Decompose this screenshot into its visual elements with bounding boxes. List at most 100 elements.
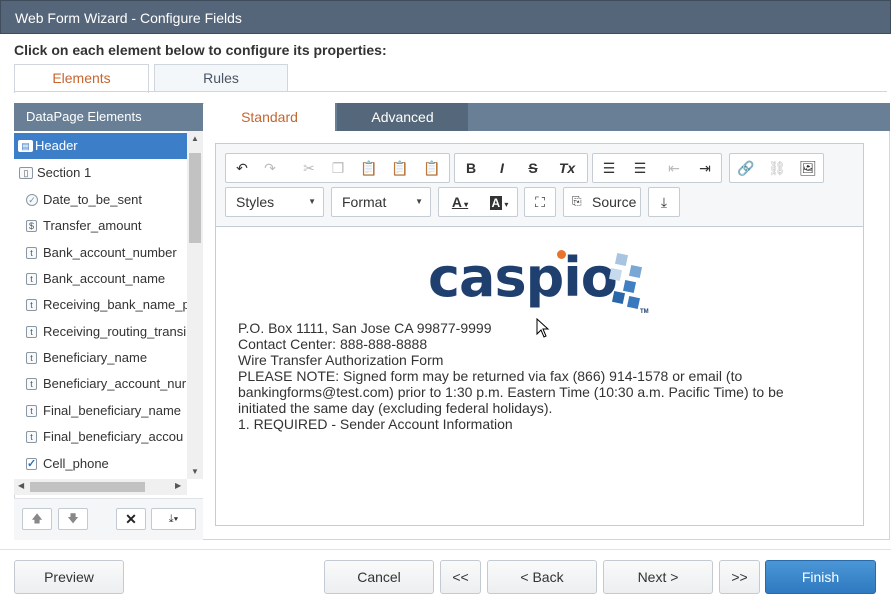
bold-button[interactable]: B bbox=[457, 154, 485, 182]
vertical-scrollbar[interactable]: ▲ ▼ bbox=[187, 131, 203, 479]
remove-format-button[interactable]: Tx bbox=[553, 154, 581, 182]
list-item-field[interactable]: t Final_beneficiary_name bbox=[14, 398, 187, 424]
unlink-icon[interactable]: ⛓ bbox=[763, 154, 791, 182]
arrow-down-icon: 🡇 bbox=[67, 513, 79, 525]
note-line: PLEASE NOTE: Signed form may be returned… bbox=[238, 368, 743, 384]
insert-field-icon: ⤓ bbox=[660, 194, 668, 210]
text-color-icon: A bbox=[451, 194, 462, 210]
insert-field-button[interactable]: ⤓ bbox=[648, 187, 680, 217]
tab-elements[interactable]: Elements bbox=[14, 64, 149, 93]
horizontal-scrollbar[interactable]: ◀ ▶ bbox=[14, 479, 187, 495]
mouse-cursor-icon bbox=[536, 318, 550, 338]
scroll-up-icon[interactable]: ▲ bbox=[191, 134, 199, 143]
list-item-section[interactable]: ▯ Section 1 bbox=[14, 160, 187, 186]
currency-field-icon: $ bbox=[26, 220, 37, 232]
logo-square bbox=[611, 290, 626, 305]
horizontal-scroll-thumb[interactable] bbox=[30, 482, 145, 492]
paste-text-icon[interactable]: 📋 bbox=[386, 154, 414, 182]
date-field-icon: ✓ bbox=[26, 194, 38, 206]
list-item-label: Final_beneficiary_accou bbox=[43, 429, 184, 444]
list-item-label: Beneficiary_name bbox=[43, 350, 148, 365]
list-item-field[interactable]: t Bank_account_name bbox=[14, 266, 187, 292]
list-item-label: Header bbox=[35, 138, 78, 153]
logo-square bbox=[628, 264, 643, 279]
list-item-field[interactable]: $ Transfer_amount bbox=[14, 213, 187, 239]
copy-icon[interactable]: ❐ bbox=[324, 154, 352, 182]
cancel-button[interactable]: Cancel bbox=[324, 560, 434, 594]
increase-indent-icon[interactable]: ⇥ bbox=[691, 154, 719, 182]
tab-divider bbox=[14, 91, 887, 92]
bulleted-list-icon[interactable]: ☰ bbox=[626, 154, 654, 182]
maximize-icon: ⛶ bbox=[535, 194, 545, 210]
list-item-label: Receiving_bank_name_p bbox=[43, 297, 187, 312]
scroll-left-icon[interactable]: ◀ bbox=[18, 481, 24, 490]
contact-line: Contact Center: 888-888-8888 bbox=[238, 336, 428, 352]
image-icon[interactable]: 🖼 bbox=[794, 154, 822, 182]
decrease-indent-icon[interactable]: ⇤ bbox=[660, 154, 688, 182]
list-item-field[interactable]: t Final_beneficiary_accou bbox=[14, 424, 187, 450]
finish-button[interactable]: Finish bbox=[765, 560, 876, 594]
cut-icon[interactable]: ✂ bbox=[295, 154, 323, 182]
link-icon[interactable]: 🔗 bbox=[732, 154, 760, 182]
window-title: Web Form Wizard - Configure Fields bbox=[15, 10, 242, 26]
list-item-header[interactable]: ▤ Header bbox=[14, 133, 187, 159]
list-item-field[interactable]: t Bank_account_number bbox=[14, 240, 187, 266]
list-item-field[interactable]: t Receiving_routing_transi bbox=[14, 319, 187, 345]
text-color-button[interactable]: A ▾ bbox=[442, 188, 478, 216]
scroll-right-icon[interactable]: ▶ bbox=[175, 481, 181, 490]
list-item-field[interactable]: t Receiving_bank_name_p bbox=[14, 292, 187, 318]
numbered-list-icon[interactable]: ☰ bbox=[595, 154, 623, 182]
move-up-button[interactable]: 🡅 bbox=[22, 508, 52, 530]
list-item-label: Transfer_amount bbox=[43, 218, 142, 233]
arrow-up-icon: 🡅 bbox=[31, 513, 43, 525]
format-label: Format bbox=[342, 194, 387, 210]
toolbar-group-clipboard: ↶ ↷ ✂ ❐ 📋 📋 📋 bbox=[225, 153, 450, 183]
last-step-button[interactable]: >> bbox=[719, 560, 760, 594]
maximize-button[interactable]: ⛶ bbox=[524, 187, 556, 217]
source-button[interactable]: ⎘ Source bbox=[563, 187, 641, 217]
vertical-scroll-thumb[interactable] bbox=[189, 153, 201, 243]
tab-advanced[interactable]: Advanced bbox=[337, 103, 468, 131]
tab-rules[interactable]: Rules bbox=[154, 64, 288, 92]
italic-button[interactable]: I bbox=[488, 154, 516, 182]
list-item-label: Cell_phone bbox=[43, 456, 109, 471]
note-line: bankingforms@test.com) prior to 1:30 p.m… bbox=[238, 384, 784, 400]
element-actions-bar: 🡅 🡇 ✕ ⤓▾ bbox=[14, 498, 203, 540]
scroll-down-icon[interactable]: ▼ bbox=[191, 467, 199, 476]
text-field-icon: t bbox=[26, 431, 37, 443]
styles-dropdown[interactable]: Styles ▼ bbox=[225, 187, 324, 217]
list-item-field[interactable]: ✓ Date_to_be_sent bbox=[14, 187, 187, 213]
toolbar-group-colors: A ▾ A ▾ bbox=[438, 187, 518, 217]
paste-icon[interactable]: 📋 bbox=[355, 154, 383, 182]
text-field-icon: t bbox=[26, 247, 37, 259]
back-button[interactable]: < Back bbox=[487, 560, 597, 594]
logo-square bbox=[626, 295, 641, 310]
text-field-icon: t bbox=[26, 352, 37, 364]
first-step-button[interactable]: << bbox=[440, 560, 481, 594]
insert-element-button[interactable]: ⤓▾ bbox=[151, 508, 196, 530]
datapage-elements-header: DataPage Elements bbox=[14, 103, 203, 131]
caspio-logo: caspio TM bbox=[428, 246, 658, 322]
text-field-icon: t bbox=[26, 326, 37, 338]
strikethrough-button[interactable]: S bbox=[519, 154, 547, 182]
undo-icon[interactable]: ↶ bbox=[228, 154, 256, 182]
redo-icon[interactable]: ↷ bbox=[256, 154, 284, 182]
header-icon: ▤ bbox=[18, 140, 33, 152]
list-item-field[interactable]: t Beneficiary_account_nur bbox=[14, 371, 187, 397]
paste-word-icon[interactable]: 📋 bbox=[418, 154, 446, 182]
next-button[interactable]: Next > bbox=[603, 560, 713, 594]
format-dropdown[interactable]: Format ▼ bbox=[331, 187, 431, 217]
move-down-button[interactable]: 🡇 bbox=[58, 508, 88, 530]
close-icon: ✕ bbox=[125, 511, 137, 527]
logo-dot bbox=[557, 250, 566, 259]
background-color-button[interactable]: A ▾ bbox=[481, 188, 517, 216]
logo-square bbox=[622, 279, 637, 294]
window-title-bar: Web Form Wizard - Configure Fields bbox=[0, 0, 891, 34]
preview-button[interactable]: Preview bbox=[14, 560, 124, 594]
tab-standard[interactable]: Standard bbox=[204, 103, 335, 132]
logo-square bbox=[608, 267, 623, 282]
list-item-field[interactable]: ✓ Cell_phone bbox=[14, 451, 187, 477]
list-item-field[interactable]: t Beneficiary_name bbox=[14, 345, 187, 371]
checkbox-field-icon: ✓ bbox=[26, 458, 37, 470]
delete-element-button[interactable]: ✕ bbox=[116, 508, 146, 530]
